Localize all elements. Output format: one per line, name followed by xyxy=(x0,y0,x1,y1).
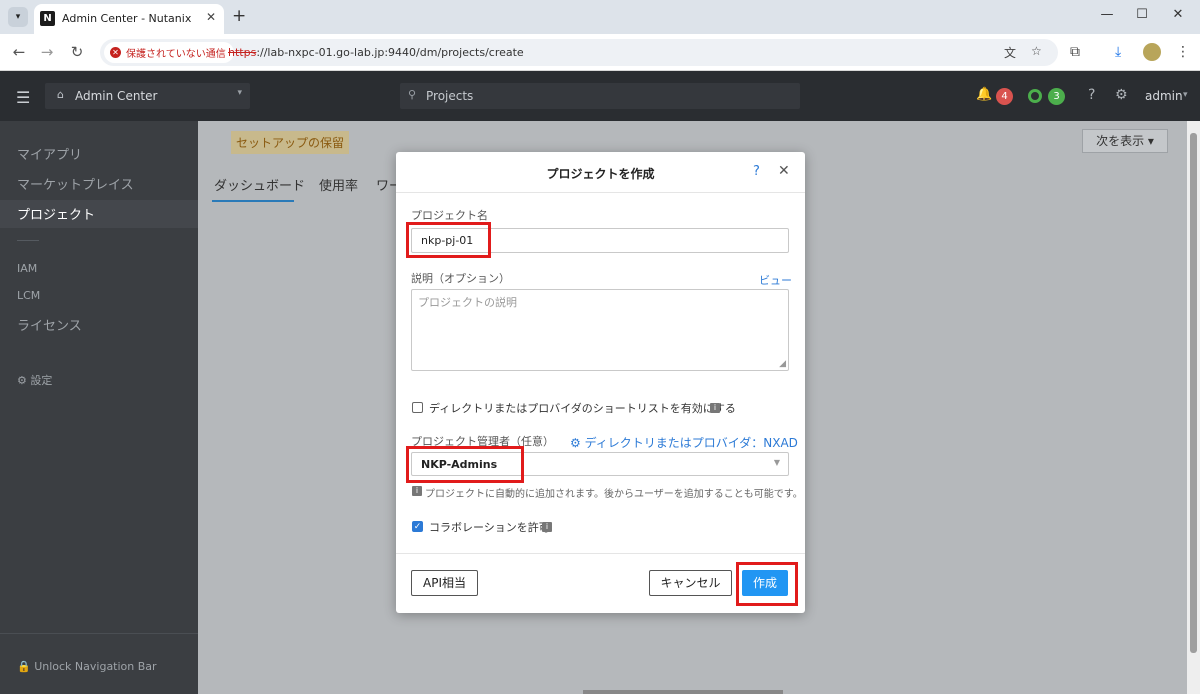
nutanix-favicon-icon: N xyxy=(40,11,55,26)
tab-title: Admin Center - Nutanix xyxy=(62,12,192,25)
download-icon[interactable]: ⤓ xyxy=(1115,44,1121,60)
sidebar-item-settings[interactable]: ⚙ 設定 xyxy=(17,372,52,388)
next-display-label: 次を表示 xyxy=(1096,134,1145,148)
alerts-count-badge[interactable]: 4 xyxy=(996,88,1013,105)
sidebar-item-licensing[interactable]: ライセンス xyxy=(17,315,82,334)
security-label: 保護されていない通信 xyxy=(126,49,226,60)
sidebar: マイアプリ マーケットプレイス プロジェクト IAM LCM ライセンス ⚙ 設… xyxy=(0,121,198,694)
unlock-nav-bar[interactable]: 🔒 Unlock Navigation Bar xyxy=(17,660,157,673)
maximize-icon[interactable]: ☐ xyxy=(1132,7,1152,22)
sidebar-item-lcm[interactable]: LCM xyxy=(17,289,40,302)
shortlist-info-icon[interactable]: i xyxy=(710,403,720,413)
browser-tab[interactable]: N Admin Center - Nutanix ✕ xyxy=(34,4,224,34)
chevron-down-icon: ▾ xyxy=(237,88,242,98)
translate-icon[interactable]: 文 xyxy=(1004,44,1016,61)
shortlist-checkbox[interactable] xyxy=(412,402,423,413)
collaboration-checkbox[interactable]: ✓ xyxy=(412,521,423,532)
lock-icon: 🔒 xyxy=(17,660,35,673)
page-bottom-fragment xyxy=(583,690,783,694)
unlock-label: Unlock Navigation Bar xyxy=(34,660,157,673)
page-scrollbar[interactable] xyxy=(1187,121,1200,694)
shortlist-label[interactable]: ディレクトリまたはプロバイダのショートリストを有効にする xyxy=(429,400,736,416)
admin-hint-text: プロジェクトに自動的に追加されます。後からユーザーを追加することも可能です。 xyxy=(425,489,803,500)
project-admin-highlight xyxy=(406,446,524,483)
description-textarea[interactable]: プロジェクトの説明 ◢ xyxy=(411,289,789,371)
create-project-dialog: プロジェクトを作成 ? ✕ プロジェクト名 nkp-pj-01 説明（オプション… xyxy=(396,152,805,613)
dialog-header-divider xyxy=(396,192,805,193)
url-path: ://lab-nxpc-01.go-lab.jp:9440/dm/project… xyxy=(256,46,524,59)
directory-provider-text: ディレクトリまたはプロバイダ：NXAD xyxy=(584,436,798,450)
settings-label: 設定 xyxy=(30,374,53,387)
app-switcher-label: Admin Center xyxy=(75,89,158,103)
search-icon: ⚲ xyxy=(408,88,417,101)
next-display-button[interactable]: 次を表示 ▾ xyxy=(1082,129,1168,153)
admin-center-icon: ⌂ xyxy=(57,88,64,101)
project-name-label: プロジェクト名 xyxy=(411,209,488,222)
description-placeholder: プロジェクトの説明 xyxy=(418,296,517,309)
dialog-footer-divider xyxy=(396,553,805,554)
preview-link[interactable]: ビュー xyxy=(759,272,792,288)
collaboration-label[interactable]: コラボレーションを許可 xyxy=(429,519,550,535)
tasks-ring-icon[interactable] xyxy=(1028,89,1042,103)
user-menu[interactable]: admin xyxy=(1145,89,1183,103)
alert-bell-icon[interactable]: 🔔 xyxy=(976,87,992,102)
forward-icon[interactable]: → xyxy=(38,43,56,61)
sidebar-item-my-apps[interactable]: マイアプリ xyxy=(17,144,82,163)
api-equivalent-button[interactable]: API相当 xyxy=(411,570,478,596)
directory-provider-link[interactable]: ⚙ ディレクトリまたはプロバイダ：NXAD xyxy=(570,434,798,451)
tab-dashboard[interactable]: ダッシュボード xyxy=(214,175,305,194)
reload-icon[interactable]: ↻ xyxy=(68,43,86,61)
security-chip[interactable]: ✕ 保護されていない通信 xyxy=(104,42,234,63)
help-icon[interactable]: ? xyxy=(1088,87,1095,103)
minimize-icon[interactable]: — xyxy=(1097,7,1117,22)
settings-gear-icon: ⚙ xyxy=(17,374,31,387)
bookmark-star-icon[interactable]: ☆ xyxy=(1031,44,1042,58)
cancel-button[interactable]: キャンセル xyxy=(649,570,732,596)
dialog-help-icon[interactable]: ? xyxy=(753,164,760,179)
url-scheme: https xyxy=(228,46,257,59)
close-tab-icon[interactable]: ✕ xyxy=(206,10,216,24)
app-switcher[interactable]: ⌂ Admin Center ▾ xyxy=(45,83,250,109)
back-icon[interactable]: ← xyxy=(10,43,28,61)
browser-tab-bar: ▾ N Admin Center - Nutanix ✕ + — ☐ ✕ xyxy=(0,0,1200,34)
extensions-icon[interactable]: ⧉ xyxy=(1070,44,1080,60)
user-chevron-icon[interactable]: ▾ xyxy=(1183,90,1188,100)
search-placeholder: Projects xyxy=(426,89,474,103)
warning-icon: ✕ xyxy=(110,47,121,58)
url-text: https://lab-nxpc-01.go-lab.jp:9440/dm/pr… xyxy=(228,46,524,59)
dialog-close-icon[interactable]: ✕ xyxy=(778,163,790,179)
select-arrow-icon: ▼ xyxy=(773,458,780,467)
admin-hint-info-icon: i xyxy=(412,486,422,496)
gear-icon[interactable]: ⚙ xyxy=(1115,87,1128,103)
sidebar-item-iam[interactable]: IAM xyxy=(17,262,37,275)
tasks-count-badge[interactable]: 3 xyxy=(1048,88,1065,105)
tab-search-button[interactable]: ▾ xyxy=(8,7,28,27)
global-search[interactable]: ⚲ Projects xyxy=(400,83,800,109)
sidebar-bottom-divider xyxy=(0,633,198,634)
browser-menu-icon[interactable]: ⋮ xyxy=(1176,44,1190,60)
dialog-title: プロジェクトを作成 xyxy=(546,167,655,181)
new-tab-icon[interactable]: + xyxy=(232,6,246,26)
active-tab-underline xyxy=(212,200,294,202)
browser-toolbar: ← → ↻ ✕ 保護されていない通信 https://lab-nxpc-01.g… xyxy=(0,34,1200,71)
sidebar-divider xyxy=(17,240,39,241)
resize-handle-icon[interactable]: ◢ xyxy=(779,359,786,369)
close-window-icon[interactable]: ✕ xyxy=(1168,7,1188,22)
project-name-highlight xyxy=(406,222,491,258)
tab-usage[interactable]: 使用率 xyxy=(319,175,358,194)
address-bar[interactable]: ✕ 保護されていない通信 https://lab-nxpc-01.go-lab.… xyxy=(100,39,1058,66)
scrollbar-thumb[interactable] xyxy=(1190,133,1197,653)
hamburger-menu-icon[interactable]: ☰ xyxy=(16,88,30,107)
directory-gear-icon: ⚙ xyxy=(570,436,585,450)
sidebar-item-marketplace[interactable]: マーケットプレイス xyxy=(17,174,134,193)
collaboration-info-icon[interactable]: i xyxy=(542,522,552,532)
next-chevron-icon: ▾ xyxy=(1147,134,1154,148)
app-header: ☰ ⌂ Admin Center ▾ ⚲ Projects 🔔 4 3 ? ⚙ … xyxy=(0,71,1200,121)
sidebar-item-projects[interactable]: プロジェクト xyxy=(17,204,95,223)
create-button-highlight xyxy=(736,562,798,606)
description-label: 説明（オプション） xyxy=(411,272,510,285)
profile-avatar[interactable] xyxy=(1143,43,1161,61)
pending-setup-button[interactable]: セットアップの保留 xyxy=(231,131,350,154)
